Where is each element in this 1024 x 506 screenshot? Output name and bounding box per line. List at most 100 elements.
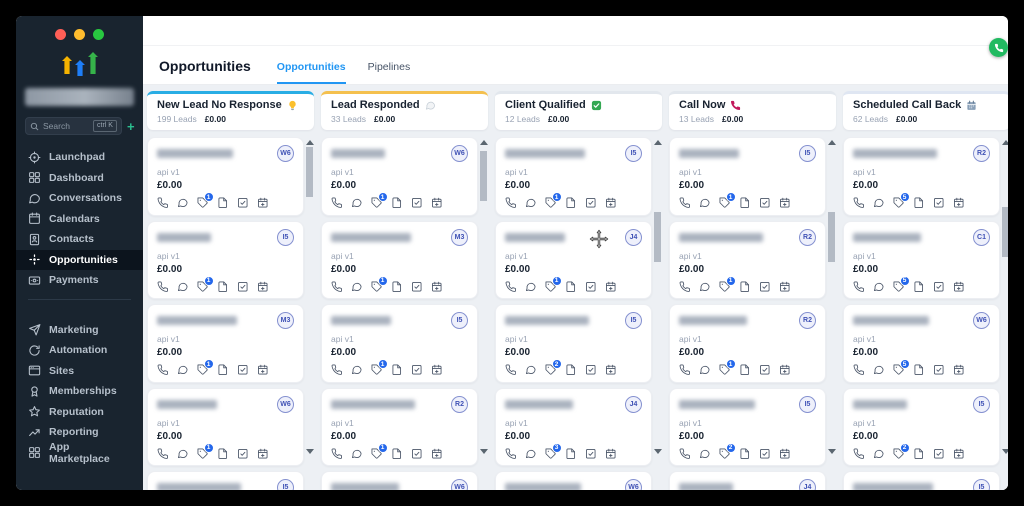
- opportunity-card[interactable]: I5api v1£0.001: [669, 137, 826, 216]
- sidebar-item-payments[interactable]: Payments: [16, 270, 143, 291]
- sidebar-item-reporting[interactable]: Reporting: [16, 422, 143, 443]
- file-icon[interactable]: [913, 364, 925, 376]
- opportunity-card[interactable]: R2api v1£0.001: [669, 304, 826, 383]
- file-icon[interactable]: [913, 448, 925, 460]
- task-icon[interactable]: [585, 197, 597, 209]
- opportunity-card[interactable]: J4api v1£0.003: [495, 388, 652, 467]
- calendar-plus-icon[interactable]: [431, 281, 443, 293]
- column-scrollbar[interactable]: [653, 137, 663, 490]
- account-name-blurred[interactable]: [25, 88, 134, 106]
- sidebar-search[interactable]: ctrl K: [25, 117, 122, 135]
- chat-icon[interactable]: [699, 364, 711, 376]
- tag-icon[interactable]: 1: [545, 197, 557, 209]
- opportunity-card[interactable]: I5api v1£0.002: [495, 304, 652, 383]
- scrollbar-thumb[interactable]: [480, 151, 487, 201]
- sidebar-item-launchpad[interactable]: Launchpad: [16, 147, 143, 168]
- tag-icon[interactable]: 5: [893, 281, 905, 293]
- chat-icon[interactable]: [177, 448, 189, 460]
- chat-icon[interactable]: [873, 448, 885, 460]
- file-icon[interactable]: [217, 281, 229, 293]
- tag-icon[interactable]: 1: [197, 364, 209, 376]
- scroll-up-arrow-icon[interactable]: [480, 140, 488, 145]
- task-icon[interactable]: [933, 197, 945, 209]
- task-icon[interactable]: [585, 364, 597, 376]
- scroll-down-arrow-icon[interactable]: [828, 449, 836, 454]
- opportunity-card[interactable]: I52: [843, 471, 1000, 490]
- opportunity-card[interactable]: W62: [495, 471, 652, 490]
- calendar-plus-icon[interactable]: [605, 281, 617, 293]
- chat-icon[interactable]: [525, 281, 537, 293]
- sidebar-item-dashboard[interactable]: Dashboard: [16, 168, 143, 189]
- scroll-up-arrow-icon[interactable]: [306, 140, 314, 145]
- calendar-plus-icon[interactable]: [605, 448, 617, 460]
- opportunity-card[interactable]: M3api v1£0.001: [321, 221, 478, 300]
- opportunity-card[interactable]: W6api v1£0.001: [321, 137, 478, 216]
- task-icon[interactable]: [933, 281, 945, 293]
- file-icon[interactable]: [913, 281, 925, 293]
- scroll-up-arrow-icon[interactable]: [828, 140, 836, 145]
- scroll-down-arrow-icon[interactable]: [306, 449, 314, 454]
- tab-pipelines[interactable]: Pipelines: [368, 61, 411, 84]
- opportunity-card[interactable]: I5api v1£0.001: [321, 304, 478, 383]
- tag-icon[interactable]: 5: [893, 197, 905, 209]
- file-icon[interactable]: [739, 197, 751, 209]
- file-icon[interactable]: [913, 197, 925, 209]
- calendar-plus-icon[interactable]: [953, 448, 965, 460]
- opportunity-card[interactable]: C1api v1£0.005: [843, 221, 1000, 300]
- opportunity-card[interactable]: I5api v1£0.002: [669, 388, 826, 467]
- chat-icon[interactable]: [177, 197, 189, 209]
- file-icon[interactable]: [217, 448, 229, 460]
- calendar-plus-icon[interactable]: [257, 281, 269, 293]
- calendar-plus-icon[interactable]: [605, 364, 617, 376]
- tag-icon[interactable]: 1: [371, 364, 383, 376]
- sidebar-item-marketing[interactable]: Marketing: [16, 320, 143, 341]
- calendar-plus-icon[interactable]: [779, 448, 791, 460]
- file-icon[interactable]: [739, 281, 751, 293]
- opportunity-card[interactable]: W61: [321, 471, 478, 490]
- sidebar-item-opportunities[interactable]: Opportunities: [16, 250, 143, 271]
- opportunity-card[interactable]: R2api v1£0.001: [321, 388, 478, 467]
- task-icon[interactable]: [933, 448, 945, 460]
- sidebar-item-reputation[interactable]: Reputation: [16, 402, 143, 423]
- task-icon[interactable]: [237, 448, 249, 460]
- phone-icon[interactable]: [505, 281, 517, 293]
- phone-icon[interactable]: [505, 197, 517, 209]
- opportunity-card[interactable]: W6api v1£0.001: [147, 137, 304, 216]
- chat-icon[interactable]: [525, 448, 537, 460]
- tag-icon[interactable]: 2: [893, 448, 905, 460]
- chat-icon[interactable]: [351, 364, 363, 376]
- call-fab-button[interactable]: [989, 38, 1008, 57]
- file-icon[interactable]: [391, 197, 403, 209]
- chat-icon[interactable]: [873, 364, 885, 376]
- scrollbar-thumb[interactable]: [828, 212, 835, 262]
- task-icon[interactable]: [759, 448, 771, 460]
- column-scrollbar[interactable]: [1001, 137, 1008, 490]
- phone-icon[interactable]: [157, 364, 169, 376]
- chat-icon[interactable]: [525, 197, 537, 209]
- opportunity-card[interactable]: R2api v1£0.001: [669, 221, 826, 300]
- task-icon[interactable]: [585, 281, 597, 293]
- phone-icon[interactable]: [853, 364, 865, 376]
- opportunity-card[interactable]: I5api v1£0.002: [843, 388, 1000, 467]
- phone-icon[interactable]: [157, 197, 169, 209]
- task-icon[interactable]: [411, 197, 423, 209]
- task-icon[interactable]: [237, 197, 249, 209]
- sidebar-item-memberships[interactable]: Memberships: [16, 381, 143, 402]
- task-icon[interactable]: [411, 364, 423, 376]
- scroll-up-arrow-icon[interactable]: [1002, 140, 1008, 145]
- task-icon[interactable]: [759, 364, 771, 376]
- chat-icon[interactable]: [873, 281, 885, 293]
- scroll-down-arrow-icon[interactable]: [654, 449, 662, 454]
- tag-icon[interactable]: 5: [893, 364, 905, 376]
- chat-icon[interactable]: [699, 448, 711, 460]
- calendar-plus-icon[interactable]: [605, 197, 617, 209]
- opportunity-card[interactable]: M3api v1£0.001: [147, 304, 304, 383]
- tag-icon[interactable]: 1: [197, 448, 209, 460]
- phone-icon[interactable]: [505, 364, 517, 376]
- calendar-plus-icon[interactable]: [257, 197, 269, 209]
- tag-icon[interactable]: 1: [719, 364, 731, 376]
- tag-icon[interactable]: 1: [545, 281, 557, 293]
- file-icon[interactable]: [565, 281, 577, 293]
- tag-icon[interactable]: 1: [197, 281, 209, 293]
- opportunity-card[interactable]: I5api v1£0.001: [147, 221, 304, 300]
